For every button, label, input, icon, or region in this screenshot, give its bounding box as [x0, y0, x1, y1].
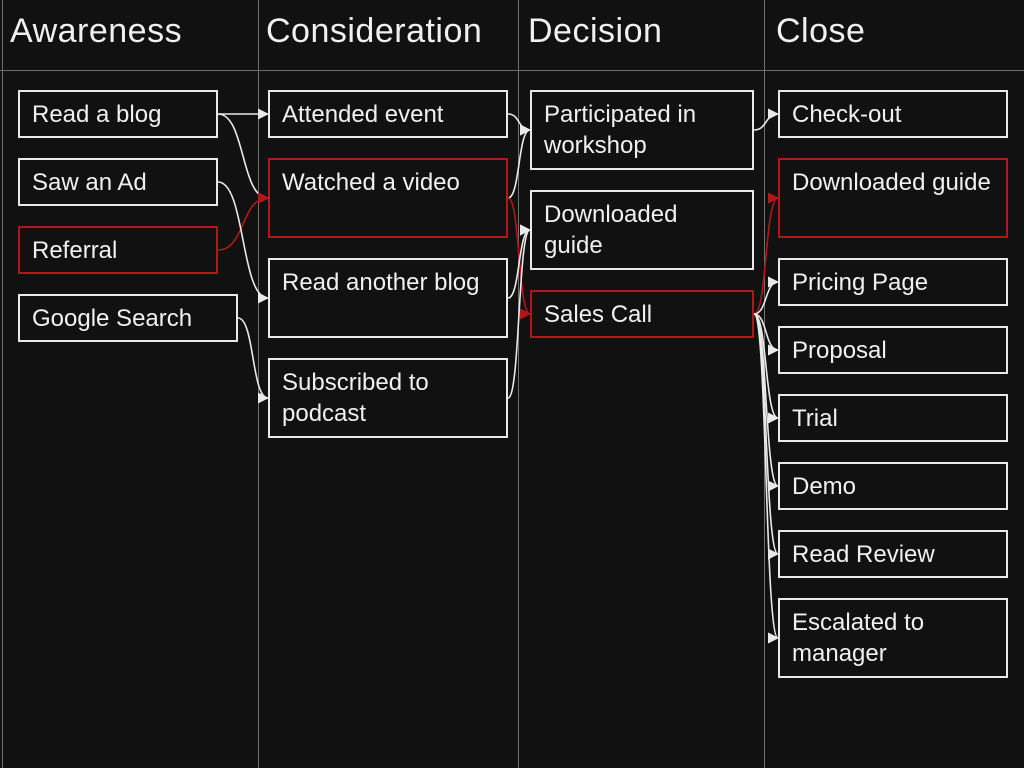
connector: [508, 198, 530, 314]
card-proposal[interactable]: Proposal: [778, 326, 1008, 374]
connector: [508, 114, 530, 130]
card-downloaded-guide[interactable]: Downloaded guide: [530, 190, 754, 270]
card-escalated-to-manager[interactable]: Escalated to manager: [778, 598, 1008, 678]
column-rule-3: [764, 0, 765, 768]
card-label: Read Review: [792, 541, 935, 568]
card-demo[interactable]: Demo: [778, 462, 1008, 510]
card-attended-event[interactable]: Attended event: [268, 90, 508, 138]
card-label: Saw an Ad: [32, 169, 147, 196]
column-rule-1: [258, 0, 259, 768]
card-read-review[interactable]: Read Review: [778, 530, 1008, 578]
connector: [218, 198, 268, 250]
card-label: Read another blog: [282, 269, 479, 296]
card-label: Participated in workshop: [544, 101, 696, 159]
card-label: Check-out: [792, 101, 901, 128]
card-read-a-blog[interactable]: Read a blog: [18, 90, 218, 138]
connector: [754, 314, 778, 554]
connector: [754, 314, 778, 418]
column-header-consideration: Consideration: [266, 12, 482, 51]
column-header-close: Close: [776, 12, 865, 51]
column-rule-2: [518, 0, 519, 768]
card-label: Referral: [32, 237, 117, 264]
card-downloaded-guide-2[interactable]: Downloaded guide: [778, 158, 1008, 238]
header-rule: [0, 70, 1024, 71]
card-label: Trial: [792, 405, 838, 432]
connector: [218, 114, 268, 198]
connector: [754, 282, 778, 314]
card-watched-a-video[interactable]: Watched a video: [268, 158, 508, 238]
column-header-awareness: Awareness: [10, 12, 182, 51]
card-pricing-page[interactable]: Pricing Page: [778, 258, 1008, 306]
card-label: Downloaded guide: [792, 169, 991, 196]
connector: [754, 314, 778, 486]
card-google-search[interactable]: Google Search: [18, 294, 238, 342]
card-subscribed-to-podcast[interactable]: Subscribed to podcast: [268, 358, 508, 438]
card-label: Demo: [792, 473, 856, 500]
column-header-decision: Decision: [528, 12, 662, 51]
connector: [508, 230, 530, 298]
card-saw-an-ad[interactable]: Saw an Ad: [18, 158, 218, 206]
connector: [754, 198, 778, 314]
card-label: Sales Call: [544, 301, 652, 328]
card-label: Escalated to manager: [792, 609, 924, 667]
connector: [218, 182, 268, 298]
connector: [508, 130, 530, 198]
card-label: Pricing Page: [792, 269, 928, 296]
connector: [238, 318, 268, 398]
card-label: Watched a video: [282, 169, 460, 196]
connector: [754, 114, 778, 130]
card-label: Downloaded guide: [544, 201, 677, 259]
journey-diagram: Awareness Consideration Decision Close R…: [0, 0, 1024, 768]
card-label: Read a blog: [32, 101, 161, 128]
connector: [754, 314, 778, 638]
card-referral[interactable]: Referral: [18, 226, 218, 274]
connector: [508, 230, 530, 398]
card-label: Proposal: [792, 337, 887, 364]
card-trial[interactable]: Trial: [778, 394, 1008, 442]
card-participated-in-workshop[interactable]: Participated in workshop: [530, 90, 754, 170]
card-check-out[interactable]: Check-out: [778, 90, 1008, 138]
card-label: Attended event: [282, 101, 443, 128]
card-label: Subscribed to podcast: [282, 369, 429, 427]
card-read-another-blog[interactable]: Read another blog: [268, 258, 508, 338]
connector: [754, 314, 778, 350]
card-sales-call[interactable]: Sales Call: [530, 290, 754, 338]
card-label: Google Search: [32, 305, 192, 332]
column-rule-0: [2, 0, 3, 768]
